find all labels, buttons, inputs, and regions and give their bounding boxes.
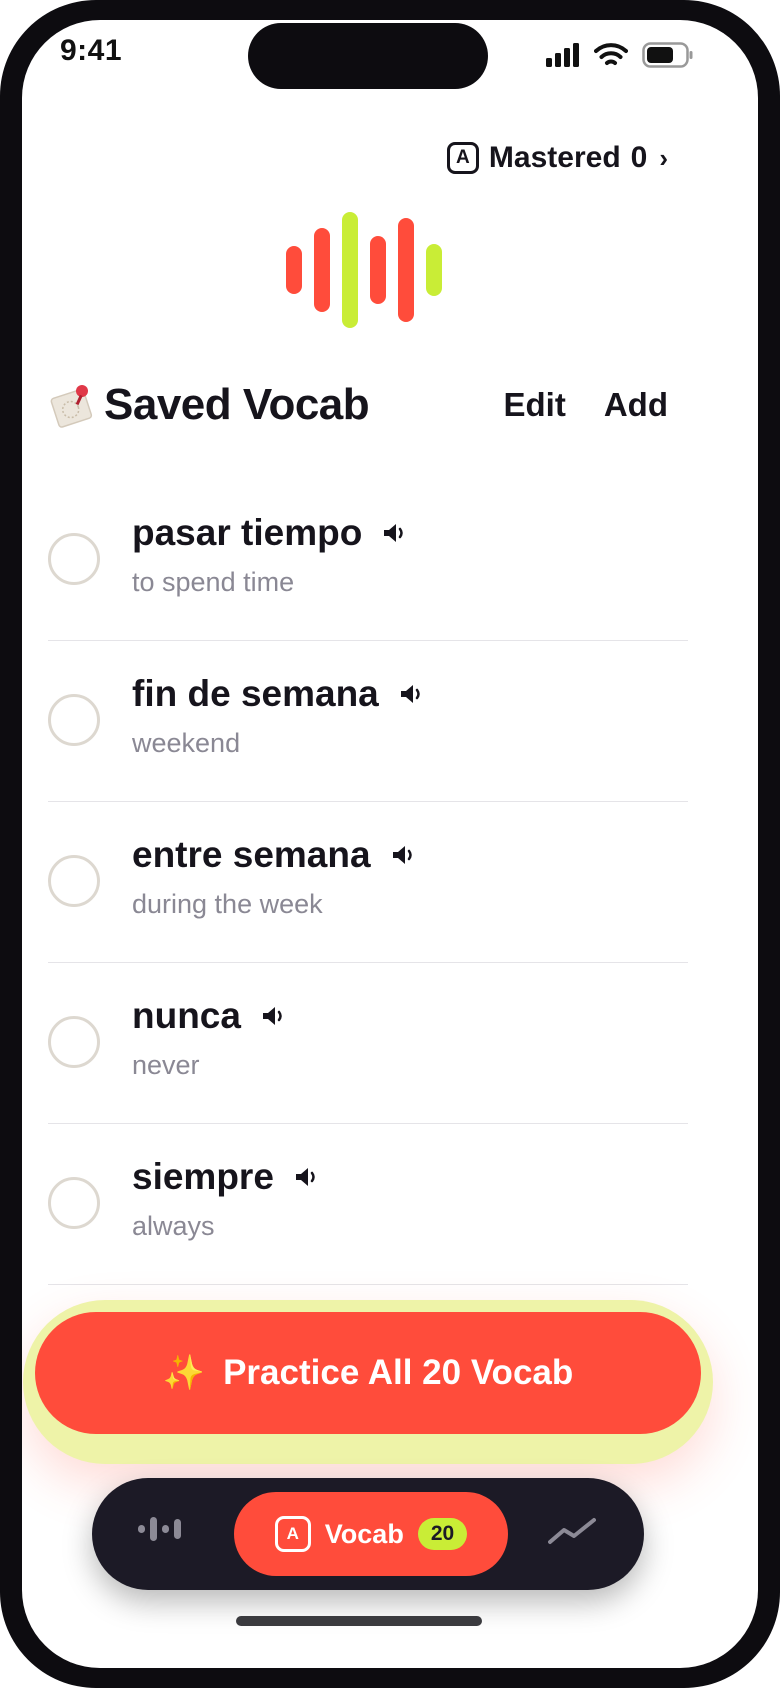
vocab-count-badge: 20: [417, 1518, 468, 1550]
section-title: Saved Vocab: [104, 380, 370, 429]
vocab-word: entre semana: [132, 834, 371, 875]
status-time: 9:41: [60, 34, 123, 67]
tab-speak[interactable]: [138, 1516, 186, 1542]
vocab-row[interactable]: siempre always: [48, 1124, 688, 1285]
screen: 9:41 A Mastered 0 › Saved Vocab Edit Add…: [22, 20, 758, 1668]
vocab-list: pasar tiempo to spend time fin de semana…: [48, 480, 688, 1285]
vocab-meaning: never: [132, 1050, 200, 1080]
select-radio[interactable]: [48, 855, 100, 907]
vocab-meaning: always: [132, 1211, 215, 1241]
device-frame: 9:41 A Mastered 0 › Saved Vocab Edit Add…: [0, 0, 780, 1688]
mastered-label: Mastered: [488, 141, 621, 174]
tab-progress[interactable]: [548, 1516, 596, 1546]
vocab-row[interactable]: entre semana during the week: [48, 802, 688, 963]
vocab-word: pasar tiempo: [132, 512, 363, 553]
select-radio[interactable]: [48, 694, 100, 746]
mastered-a-icon: A: [446, 142, 479, 174]
vocab-row[interactable]: nunca never: [48, 963, 688, 1124]
edit-button[interactable]: Edit: [504, 386, 566, 424]
tab-vocab[interactable]: A Vocab 20: [234, 1492, 508, 1576]
vocab-a-icon: A: [274, 1516, 311, 1552]
tab-vocab-label: Vocab: [324, 1518, 404, 1549]
vocab-word: fin de semana: [132, 673, 379, 714]
battery-icon: [642, 42, 693, 68]
speaker-icon[interactable]: [294, 1166, 320, 1188]
vocab-meaning: weekend: [132, 728, 241, 758]
select-radio[interactable]: [48, 1177, 100, 1229]
speaker-icon[interactable]: [261, 1005, 287, 1027]
mastered-count: 0: [630, 141, 648, 174]
home-indicator[interactable]: [236, 1616, 482, 1626]
mastered-link[interactable]: A Mastered 0 ›: [446, 141, 668, 175]
wifi-icon: [594, 43, 628, 65]
vocab-word: nunca: [132, 995, 241, 1036]
speaker-icon[interactable]: [391, 844, 417, 866]
select-radio[interactable]: [48, 533, 100, 585]
vocab-word: siempre: [132, 1156, 274, 1197]
practice-label: Practice All 20 Vocab: [223, 1353, 574, 1392]
tab-bar: A Vocab 20: [92, 1478, 644, 1590]
vocab-meaning: during the week: [132, 889, 323, 919]
audio-wave-logo: [286, 212, 442, 328]
select-radio[interactable]: [48, 1016, 100, 1068]
chevron-right-icon: ›: [659, 142, 668, 173]
status-icons: [546, 42, 694, 68]
vocab-row[interactable]: fin de semana weekend: [48, 641, 688, 802]
signal-icon: [546, 43, 579, 67]
speaker-icon[interactable]: [399, 683, 425, 705]
notepad-pin-icon: [50, 385, 93, 428]
sparkle-icon: ✨: [162, 1354, 206, 1392]
vocab-row[interactable]: pasar tiempo to spend time: [48, 480, 688, 641]
dynamic-island: [248, 23, 488, 89]
vocab-meaning: to spend time: [132, 567, 295, 597]
speaker-icon[interactable]: [382, 522, 408, 544]
practice-all-button[interactable]: ✨ Practice All 20 Vocab: [35, 1312, 701, 1434]
section-header: Saved Vocab Edit Add: [48, 380, 668, 430]
add-button[interactable]: Add: [604, 386, 668, 424]
header-actions: Edit Add: [504, 386, 668, 424]
